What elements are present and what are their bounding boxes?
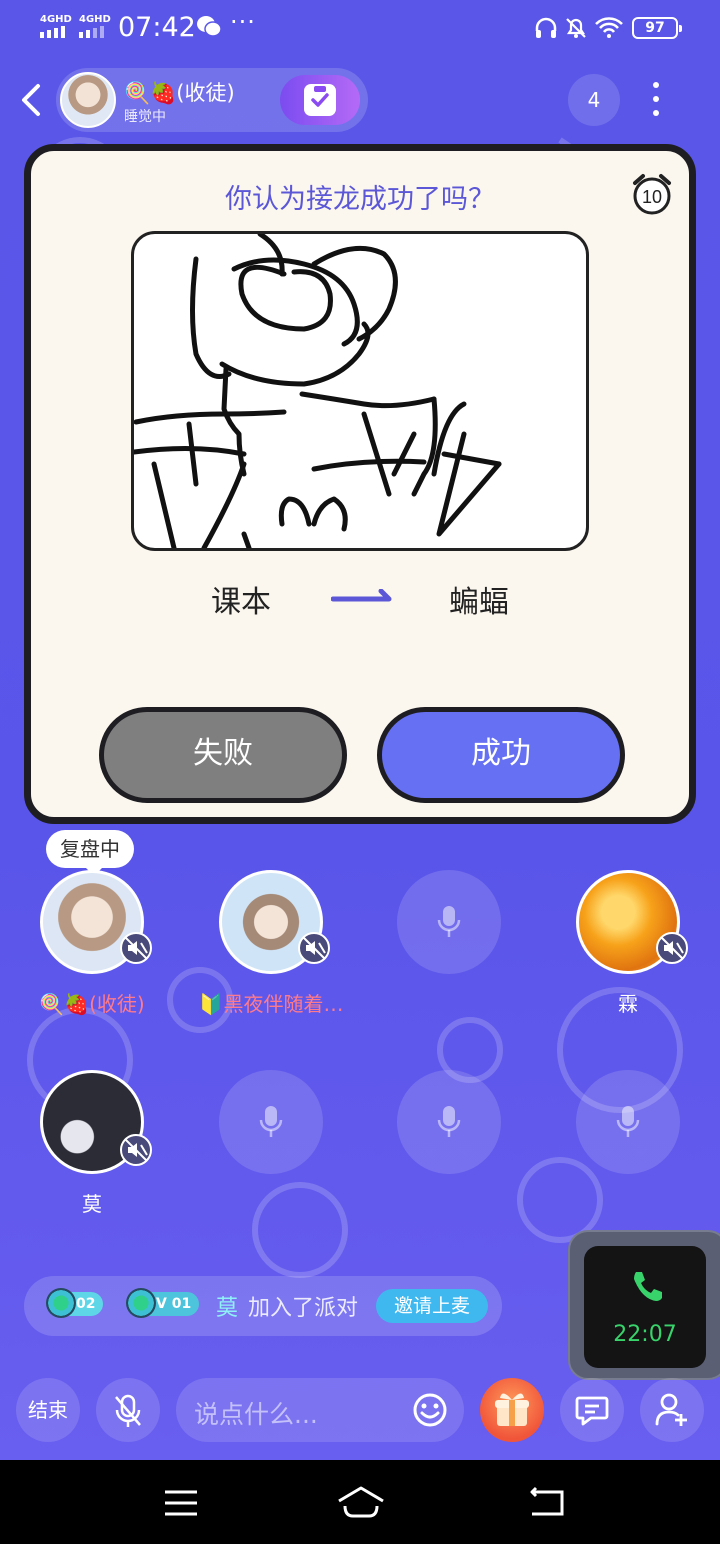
seat-3-empty[interactable]: [397, 870, 501, 974]
seat-4-name: 霖: [618, 992, 638, 1016]
more-notifications-icon: ···: [230, 8, 256, 36]
mic-icon: [437, 906, 461, 937]
mic-off-icon: [115, 1394, 141, 1427]
clock: 07:42: [118, 12, 196, 43]
call-float-widget[interactable]: 22:07: [568, 1230, 720, 1380]
alarm-clock-icon: 10: [633, 174, 671, 215]
seat-6-empty[interactable]: [219, 1070, 323, 1174]
network-indicator: 4GHD: [40, 14, 72, 25]
seat-7-empty[interactable]: [397, 1070, 501, 1174]
invite-to-mic-button[interactable]: 邀请上麦: [376, 1289, 488, 1323]
phone-icon: [634, 1272, 662, 1301]
home-icon[interactable]: [336, 1484, 386, 1520]
emoji-icon[interactable]: [412, 1392, 448, 1428]
room-status: 睡觉中: [124, 109, 166, 125]
word-to: 蝙蝠: [449, 585, 509, 620]
join-user[interactable]: 莫: [216, 1290, 238, 1322]
status-tooltip: 复盘中: [46, 830, 134, 876]
mic-icon: [437, 1106, 461, 1137]
online-count[interactable]: 4: [568, 74, 620, 126]
call-duration: 22:07: [613, 1322, 677, 1347]
wechat-icon: [197, 16, 222, 37]
network-indicator: 4GHD: [79, 14, 111, 25]
back-icon[interactable]: [18, 82, 46, 118]
vip-badge: V 01: [125, 1288, 200, 1318]
message-icon: [575, 1396, 609, 1426]
word-from: 课本: [211, 585, 271, 620]
status-bar: 4GHD 4GHD 07:42 ··· 97: [0, 0, 720, 60]
gift-button[interactable]: [480, 1378, 544, 1442]
mic-muted-icon: [298, 932, 330, 964]
mic-icon: [616, 1106, 640, 1137]
signal-icon: [79, 26, 104, 38]
message-button[interactable]: [560, 1378, 624, 1442]
add-friend-button[interactable]: [640, 1378, 704, 1442]
mic-muted-icon: [120, 932, 152, 964]
seat-2-name: 🔰黑夜伴随着…: [198, 992, 344, 1016]
menu-icon[interactable]: [163, 1488, 199, 1518]
mic-muted-icon: [656, 932, 688, 964]
room-info[interactable]: 🍭🍓(收徒) 睡觉中: [56, 68, 368, 132]
countdown-timer: 10: [629, 171, 675, 221]
card-question: 你认为接龙成功了吗？: [225, 184, 495, 215]
system-nav-bar: [0, 1460, 720, 1544]
room-name: 🍭🍓(收徒): [124, 81, 235, 105]
room-avatar[interactable]: [60, 72, 116, 128]
headphones-icon: [535, 17, 557, 38]
sketch-drawing: [134, 234, 502, 548]
drawing-canvas: [131, 231, 589, 551]
end-button[interactable]: 结束: [16, 1378, 80, 1442]
success-button[interactable]: 成功: [377, 707, 625, 803]
mic-icon: [259, 1106, 283, 1137]
room-task-button[interactable]: [280, 75, 360, 125]
drawing-relay-card: 你认为接龙成功了吗？ 10 课本 蝙蝠 失败 成功: [24, 144, 696, 824]
battery-indicator: 97: [632, 17, 682, 39]
chat-input[interactable]: 说点什么...: [176, 1378, 464, 1442]
timer-value: 10: [642, 187, 662, 207]
fail-button[interactable]: 失败: [99, 707, 347, 803]
seat-8-empty[interactable]: [576, 1070, 680, 1174]
add-user-icon: [655, 1393, 687, 1426]
gift-icon: [495, 1393, 529, 1426]
chat-input-placeholder: 说点什么...: [194, 1400, 318, 1429]
level-badge: 02: [45, 1288, 104, 1318]
seat-5-name: 莫: [82, 1192, 102, 1216]
signal-icon: [40, 26, 65, 38]
mic-muted-icon: [120, 1134, 152, 1166]
mic-toggle-button[interactable]: [96, 1378, 160, 1442]
return-icon[interactable]: [528, 1486, 568, 1520]
join-message: 02 V 01 莫 加入了派对 邀请上麦: [24, 1276, 502, 1336]
mute-bell-icon: [566, 18, 586, 38]
seat-1-name: 🍭🍓(收徒): [39, 992, 145, 1016]
wifi-icon: [595, 17, 623, 38]
more-menu-icon[interactable]: [646, 80, 666, 120]
join-text: 加入了派对: [248, 1296, 359, 1321]
checklist-icon: [304, 84, 336, 116]
arrow-right-icon: [331, 589, 392, 602]
